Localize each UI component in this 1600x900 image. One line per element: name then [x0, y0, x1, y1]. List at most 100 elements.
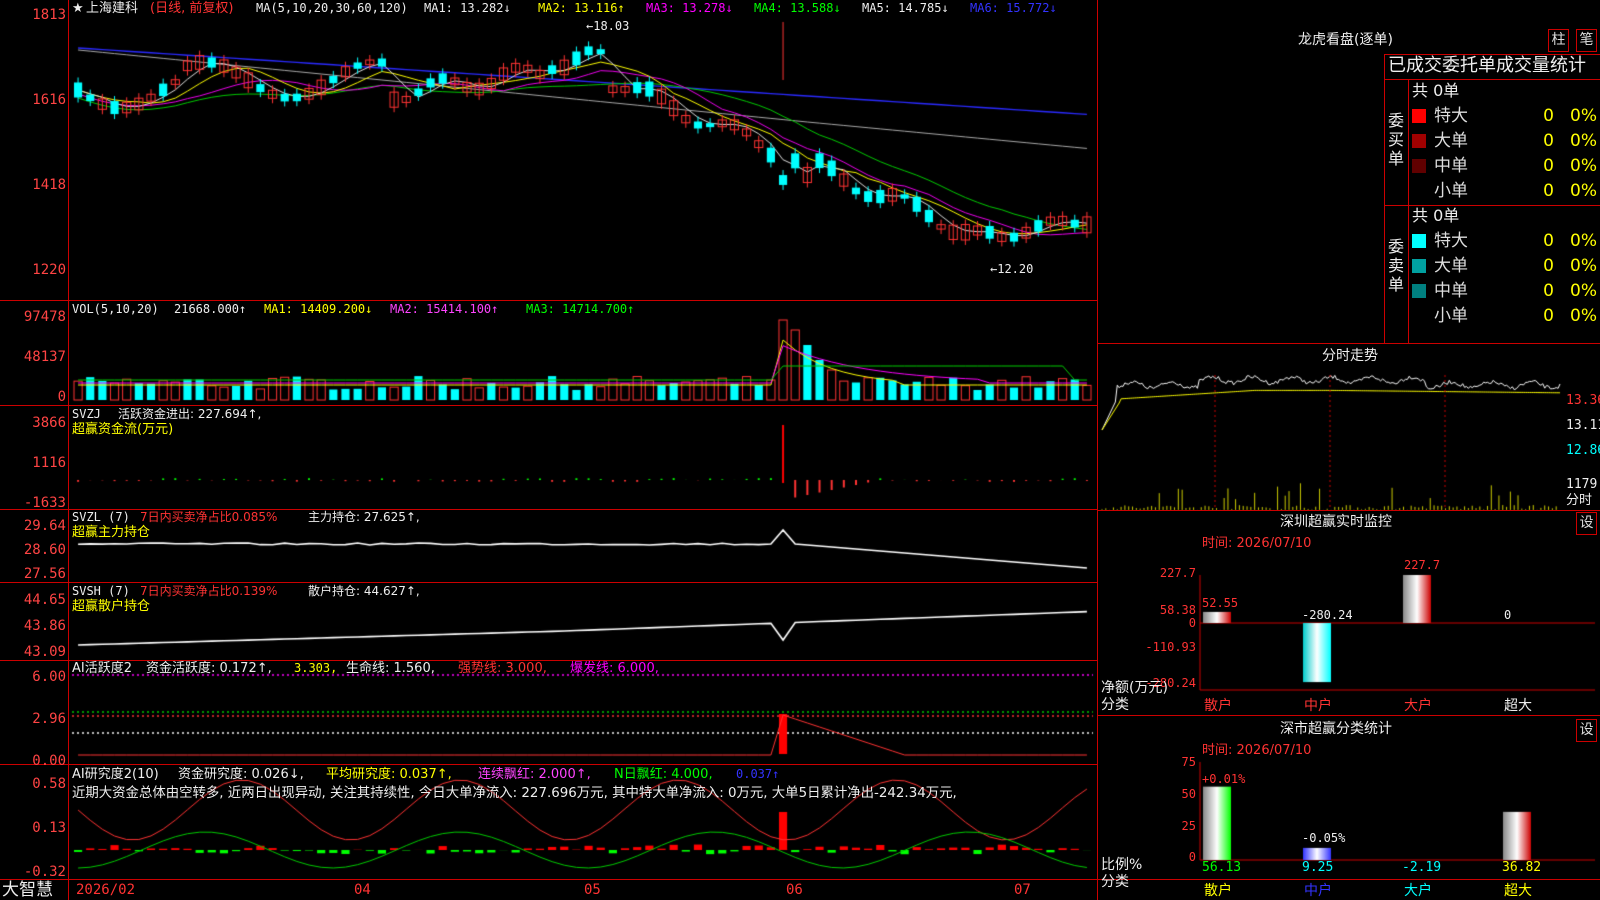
- sz-stats-cat: 散户: [1204, 883, 1232, 899]
- longhu.buy-row: 特大 0 0%: [1410, 105, 1600, 127]
- longhu.buy-row-pct: 0%: [1570, 106, 1597, 126]
- y-tick-ai-active: 2.96: [32, 711, 66, 727]
- intraday-vol-tick: 1179: [1566, 477, 1598, 492]
- ai-research-nday: N日飘红: 4.000,: [614, 767, 713, 782]
- svzl-title: SVZL (7): [72, 510, 130, 524]
- longhu.buy-row-count: 0: [1543, 131, 1554, 151]
- intraday-y-tick: 13.11: [1566, 418, 1600, 433]
- ai-research-v5: 0.037↑: [736, 767, 780, 781]
- longhu.buy-row: 中单 0 0%: [1410, 155, 1600, 177]
- y-tick-ai-active: 6.00: [32, 669, 66, 685]
- time-label: 05: [584, 882, 601, 898]
- stock-name: 上海建科: [86, 1, 139, 16]
- y-tick-svzj: 1116: [32, 455, 66, 471]
- sz-monitor-cat: 大户: [1404, 698, 1432, 714]
- longhu.sell-row-name: 大单: [1434, 256, 1468, 276]
- sz-monitor-value: 0: [1504, 608, 1512, 622]
- ma1-value: MA1: 13.282↓: [424, 1, 511, 15]
- ai-active-v2: 3.303,: [294, 661, 338, 675]
- sz-monitor-value: -280.24: [1302, 608, 1353, 622]
- sz-monitor-y-tick: 0: [1188, 616, 1196, 630]
- longhu.sell-row-count: 0: [1543, 231, 1554, 251]
- y-tick-ai-active: 0.00: [32, 753, 66, 769]
- high-price-label: ←18.03: [586, 19, 630, 33]
- time-label: 06: [786, 882, 803, 898]
- sz-stats-cat: 大户: [1404, 883, 1432, 899]
- longhu.buy-row-pct: 0%: [1570, 131, 1597, 151]
- vol-title: VOL(5,10,20): [72, 302, 159, 316]
- longhu.sell-row-pct: 0%: [1570, 256, 1597, 276]
- longhu-header: 已成交委托单成交量统计: [1388, 55, 1586, 76]
- y-tick-ai-research: 0.13: [32, 820, 66, 836]
- longhu.sell-row-pct: 0%: [1570, 231, 1597, 251]
- longhu.buy-row-name: 小单: [1434, 181, 1468, 201]
- ai-strong-line: 强势线: 3.000,: [458, 661, 547, 676]
- sz-stats-change: -0.05%: [1302, 831, 1346, 845]
- chart-canvas[interactable]: [0, 0, 1600, 900]
- longhu.buy-row-name: 特大: [1434, 106, 1468, 126]
- longhu.sell-row-name: 中单: [1434, 281, 1468, 301]
- time-label: 07: [1014, 882, 1031, 898]
- ai-research-value: 资金研究度: 0.026↓,: [178, 767, 304, 782]
- color-swatch: [1412, 134, 1426, 148]
- longhu.buy-row-count: 0: [1543, 156, 1554, 176]
- y-tick-svsh: 44.65: [23, 592, 66, 608]
- ma-label: MA(5,10,20,30,60,120): [256, 1, 408, 15]
- sz-stats-time: 时间: 2026/07/10: [1202, 743, 1312, 758]
- vol-value: 21668.000↑: [174, 302, 247, 316]
- longhu.sell-row: 小单 0 0%: [1410, 305, 1600, 327]
- ai-comment: 近期大资金总体由空转多, 近两日出现异动, 关注其持续性, 今日大单净流入: 2…: [72, 786, 957, 801]
- y-tick-main: 1813: [32, 7, 66, 23]
- sz-stats-cat: 超大: [1504, 883, 1532, 899]
- star-icon[interactable]: ★: [72, 1, 84, 16]
- y-tick-svsh: 43.86: [23, 618, 66, 634]
- longhu.sell-row-count: 0: [1543, 281, 1554, 301]
- ai-active-title: AI活跃度2: [72, 661, 132, 676]
- longhu.buy-row-pct: 0%: [1570, 181, 1597, 201]
- longhu.buy-row-pct: 0%: [1570, 156, 1597, 176]
- y-tick-svzj: -1633: [23, 495, 66, 511]
- longhu.buy-row-count: 0: [1543, 106, 1554, 126]
- ai-burst-line: 爆发线: 6.000,: [570, 661, 659, 676]
- longhu.sell-row-pct: 0%: [1570, 306, 1597, 326]
- sz-stats-y-tick: 75: [1181, 755, 1196, 769]
- sz-stats-y-tick: 25: [1181, 819, 1196, 833]
- sz-monitor-cat: 中户: [1304, 698, 1332, 714]
- buy-total: 共 0单: [1412, 81, 1460, 100]
- sz-stats-value: -2.19: [1402, 860, 1442, 875]
- y-tick-ai-research: -0.32: [23, 864, 66, 880]
- time-label: 2026/02: [76, 882, 136, 898]
- longhu.sell-row-pct: 0%: [1570, 281, 1597, 301]
- tick-mode-button[interactable]: 笔: [1576, 29, 1597, 52]
- bar-mode-button[interactable]: 柱: [1548, 29, 1569, 52]
- y-tick-svzl: 29.64: [23, 518, 66, 534]
- intraday-y-tick: 13.36: [1566, 393, 1600, 408]
- sz-stats-y-tick: 0: [1188, 850, 1196, 864]
- sz-stats-settings-button[interactable]: 设: [1576, 719, 1597, 742]
- y-tick-vol: 48137: [23, 349, 66, 365]
- ma2-value: MA2: 13.116↑: [538, 1, 625, 15]
- intraday-vol-unit: 分时: [1566, 493, 1593, 508]
- brand-logo[interactable]: 大智慧: [2, 881, 53, 900]
- low-price-label: ←12.20: [990, 262, 1034, 276]
- color-swatch: [1412, 159, 1426, 173]
- longhu.sell-row: 大单 0 0%: [1410, 255, 1600, 277]
- ai-life-line: 生命线: 1.560,: [346, 661, 435, 676]
- longhu.buy-row-count: 0: [1543, 181, 1554, 201]
- ma3-value: MA3: 13.278↓: [646, 1, 733, 15]
- sz-monitor-value: 52.55: [1202, 596, 1239, 610]
- vol-ma3: MA3: 14714.700↑: [526, 302, 635, 316]
- sz-stats-value: 36.82: [1502, 860, 1542, 875]
- color-swatch: [1412, 109, 1426, 123]
- sz-monitor-time: 时间: 2026/07/10: [1202, 536, 1312, 551]
- longhu.buy-row-name: 大单: [1434, 131, 1468, 151]
- sz-monitor-settings-button[interactable]: 设: [1576, 512, 1597, 535]
- sz-stats-cat: 中户: [1304, 883, 1332, 899]
- sz-monitor-title: 深圳超赢实时监控: [1280, 514, 1392, 530]
- sz-stats-y-tick: 50: [1181, 787, 1196, 801]
- sz-stats-value: 56.13: [1202, 860, 1242, 875]
- intraday-y-tick: 12.86: [1566, 443, 1600, 458]
- sz-stats-title: 深市超赢分类统计: [1280, 721, 1392, 737]
- sz-stats-unit: 比例%: [1101, 857, 1143, 873]
- ma4-value: MA4: 13.588↓: [754, 1, 841, 15]
